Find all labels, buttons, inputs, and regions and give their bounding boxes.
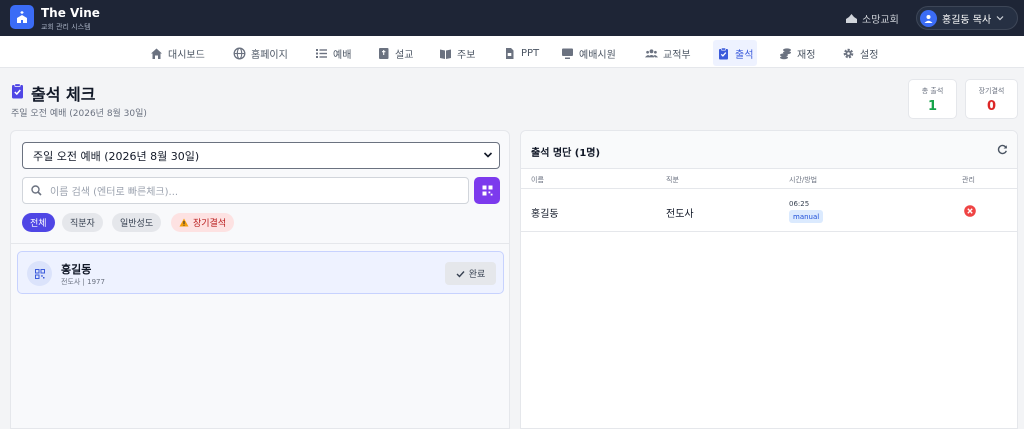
filter-label: 직분자 [70, 219, 95, 229]
refresh-icon[interactable] [997, 144, 1008, 155]
warning-icon [179, 218, 189, 227]
column-header-manage: 관리 [962, 176, 975, 184]
roster-panel: 출석 명단 (1명) 이름 직분 시간/방법 관리 홍길동 전도사 06:25 … [520, 130, 1018, 429]
row-name: 홍길동 [531, 209, 559, 220]
search-icon [31, 185, 42, 196]
divider [521, 188, 1017, 189]
gear-icon [843, 48, 854, 58]
nav-ppt[interactable]: PPT [499, 40, 543, 66]
brand-title[interactable]: The Vine [41, 6, 100, 20]
nav-label: 대시보드 [168, 49, 205, 61]
roster-title: 출석 명단 (1명) [531, 148, 601, 159]
top-bar: The Vine 교회 관리 시스템 소망교회 홍길동 목사 [0, 0, 1024, 36]
church-icon [846, 14, 857, 23]
row-role: 전도사 [666, 209, 694, 220]
search-input[interactable]: 이름 검색 (엔터로 빠른체크)... [22, 177, 469, 204]
user-name: 홍길동 목사 [942, 14, 992, 26]
member-meta: 전도사 | 1977 [61, 278, 105, 286]
nav-label: 설교 [395, 49, 414, 61]
stat-total-attendance: 총 출석 1 [908, 79, 957, 119]
nav-settings[interactable]: 설정 [838, 40, 882, 66]
column-header-name: 이름 [531, 176, 544, 184]
church-link-label: 소망교회 [862, 15, 899, 26]
nav-registry[interactable]: 교적부 [641, 40, 695, 66]
divider [11, 243, 509, 244]
member-name: 홍길동 [61, 263, 92, 276]
nav-finance[interactable]: 재정 [775, 40, 819, 66]
nav-label: 설정 [860, 49, 879, 61]
brand-subtitle: 교회 관리 시스템 [41, 23, 91, 31]
coins-icon [780, 47, 791, 59]
page-title: 출석 체크 [31, 85, 96, 104]
book-icon [440, 49, 451, 59]
check-panel: 주일 오전 예배 (2026년 8월 30일) 이름 검색 (엔터로 빠른체크)… [10, 130, 510, 429]
nav-label: PPT [521, 47, 540, 59]
filter-label: 장기결석 [193, 219, 227, 229]
home-icon [151, 48, 162, 59]
chevron-down-icon [483, 152, 493, 158]
nav-dashboard[interactable]: 대시보드 [146, 40, 209, 66]
filter-label: 전체 [30, 219, 47, 229]
globe-icon [233, 47, 246, 59]
nav-homepage[interactable]: 홈페이지 [229, 40, 292, 66]
filter-officers[interactable]: 직분자 [62, 213, 103, 232]
filter-all[interactable]: 전체 [22, 213, 55, 232]
qr-scan-button[interactable] [474, 177, 500, 204]
nav-label: 홈페이지 [251, 49, 288, 61]
nav-label: 주보 [457, 49, 476, 61]
nav-label: 예배 [333, 49, 352, 61]
nav-worship[interactable]: 예배 [311, 40, 355, 66]
stat-long-absence: 장기결석 0 [965, 79, 1018, 119]
church-logo-icon[interactable] [10, 5, 34, 29]
service-select-value: 주일 오전 예배 (2026년 8월 30일) [33, 149, 200, 163]
qrcode-icon [482, 185, 492, 196]
filter-label: 일반성도 [120, 219, 154, 229]
nav-service-screen[interactable]: 예배시원 [557, 40, 620, 66]
clipboard-check-icon [719, 47, 728, 59]
column-header-time-method: 시간/방법 [789, 176, 818, 184]
bible-icon [379, 47, 389, 59]
stat-label: 총 출석 [921, 87, 944, 95]
user-menu-button[interactable]: 홍길동 목사 [916, 6, 1018, 30]
stat-value: 0 [986, 99, 997, 114]
qrcode-icon [27, 261, 52, 286]
page-subtitle: 주일 오전 예배 (2026년 8월 30일) [11, 109, 147, 119]
church-link[interactable]: 소망교회 [845, 11, 899, 26]
user-avatar-icon [920, 9, 937, 27]
users-icon [645, 48, 658, 57]
list-icon [316, 48, 327, 58]
filter-long-absence[interactable]: 장기결석 [171, 213, 235, 232]
chevron-down-icon [996, 16, 1004, 21]
done-label: 완료 [468, 270, 486, 280]
monitor-icon [562, 48, 573, 59]
stat-value: 1 [927, 99, 938, 114]
stat-label: 장기결석 [978, 87, 1005, 95]
attendance-done-button[interactable]: 완료 [445, 262, 496, 285]
file-icon [506, 47, 514, 59]
nav-attendance[interactable]: 출석 [713, 40, 758, 66]
row-time: 06:25 [789, 200, 810, 208]
nav-bulletin[interactable]: 주보 [435, 40, 479, 66]
nav-label: 출석 [735, 49, 754, 61]
main-nav: 대시보드 홈페이지 예배 설교 주보 PPT 예배시원 교적부 출석 재정 설정 [0, 36, 1024, 68]
clipboard-check-icon [12, 83, 23, 99]
nav-label: 재정 [797, 49, 816, 61]
member-card[interactable]: 홍길동 전도사 | 1977 완료 [17, 251, 504, 294]
remove-attendance-icon[interactable] [964, 205, 976, 217]
check-icon [456, 270, 465, 278]
nav-label: 교적부 [663, 49, 691, 61]
filter-members[interactable]: 일반성도 [112, 213, 162, 232]
nav-sermon[interactable]: 설교 [373, 40, 417, 66]
column-header-role: 직분 [666, 176, 679, 184]
service-select[interactable]: 주일 오전 예배 (2026년 8월 30일) [22, 142, 500, 169]
search-placeholder: 이름 검색 (엔터로 빠른체크)... [50, 187, 179, 198]
divider [521, 231, 1017, 232]
nav-label: 예배시원 [579, 49, 616, 61]
roster-header: 출석 명단 (1명) [521, 131, 1017, 169]
method-badge: manual [789, 210, 824, 223]
